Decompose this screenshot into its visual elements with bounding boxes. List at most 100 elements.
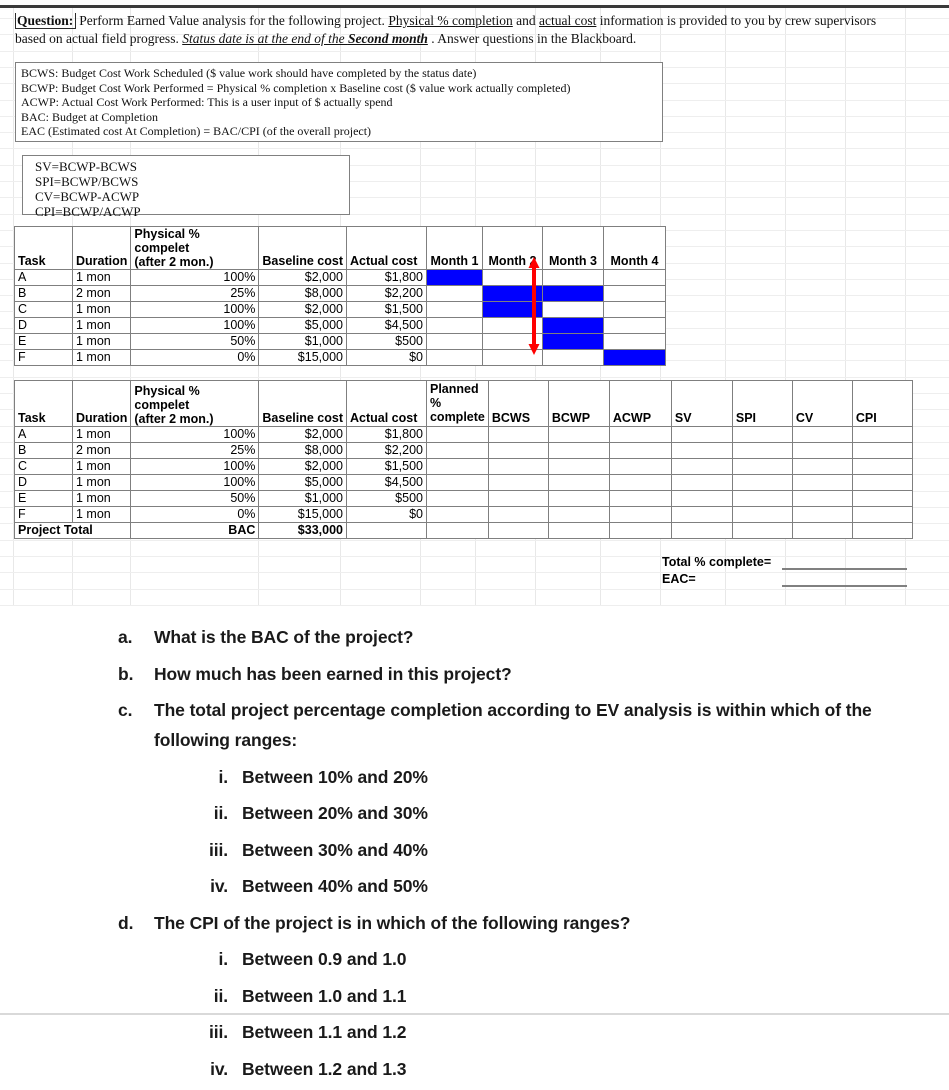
question-item-text: The CPI of the project is in which of th… [154,912,631,933]
ev-input-planned-pct[interactable] [425,506,489,523]
ev-input-sv[interactable] [670,490,733,507]
ev-input-cv[interactable] [791,426,853,443]
question-label: Question: [15,13,77,29]
ev-input-spi[interactable] [731,474,793,491]
question-second-month-emphasis: Second month [347,31,428,46]
ev-input-planned-pct[interactable] [425,474,489,491]
ev-input-bcws[interactable] [487,474,549,491]
question-underline-physical-pct: Physical % completion [388,13,513,28]
ev-input-bcwp[interactable] [547,490,610,507]
gantt-cell-actual-cost: $1,500 [345,301,427,318]
question-item: a. What is the BAC of the project? [118,622,949,652]
eac-label: EAC= [662,572,696,586]
gantt-cell-actual-cost: $0 [345,349,427,366]
definition-line: EAC (Estimated cost At Completion) = BAC… [21,124,372,139]
ev-cell-physical-pct: 100% [130,474,260,491]
ev-input-cpi[interactable] [851,458,913,475]
ev-input-bcws[interactable] [487,442,549,459]
ev-header-spi: SPI [731,380,793,427]
ev-input-bcwp[interactable] [547,474,610,491]
ev-input-cv[interactable] [791,506,853,523]
gantt-cell-duration: 2 mon [71,285,132,302]
gantt-bar-month-3 [541,333,604,350]
gantt-header-month-4: Month 4 [602,226,666,270]
ev-input-planned-pct[interactable] [425,522,489,539]
gantt-empty-month-2 [481,333,543,350]
gantt-empty-month-4 [602,301,666,318]
ev-input-acwp[interactable] [608,490,672,507]
gantt-empty-month-1 [425,333,483,350]
ev-input-spi[interactable] [731,506,793,523]
ev-input-cv[interactable] [791,442,853,459]
ev-input-cpi[interactable] [851,426,913,443]
ev-input-cv[interactable] [791,490,853,507]
ev-input-planned-pct[interactable] [425,458,489,475]
ev-input-bcws[interactable] [487,522,549,539]
ev-header-cv: CV [791,380,853,427]
ev-input-cpi[interactable] [851,506,913,523]
ev-input-spi[interactable] [731,442,793,459]
ev-input-acwp[interactable] [608,458,672,475]
ev-header-actual-cost: Actual cost [345,380,427,427]
ev-input-sv[interactable] [670,474,733,491]
total-pct-complete-input[interactable] [782,552,907,570]
ev-input-sv[interactable] [670,426,733,443]
ev-input-cv[interactable] [791,522,853,539]
gantt-cell-physical-pct: 100% [130,301,260,318]
ev-input-spi[interactable] [731,426,793,443]
ev-input-acwp[interactable] [608,506,672,523]
definition-line: ACWP: Actual Cost Work Performed: This i… [21,95,393,110]
ev-input-sv[interactable] [670,506,733,523]
question-paragraph: Question: Perform Earned Value analysis f… [15,12,920,48]
ev-input-bcwp[interactable] [547,442,610,459]
ev-cell-actual-cost: $1,800 [345,426,427,443]
ev-input-spi[interactable] [731,458,793,475]
ev-input-planned-pct[interactable] [425,426,489,443]
ev-input-bcws[interactable] [487,490,549,507]
ev-input-bcws[interactable] [487,506,549,523]
gantt-cell-task: D [14,317,73,334]
ev-cell-physical-pct: 50% [130,490,260,507]
ev-input-planned-pct[interactable] [425,442,489,459]
gantt-header-month-3: Month 3 [541,226,604,270]
eac-input[interactable] [782,569,907,587]
ev-cell-baseline-cost: $33,000 [258,522,347,539]
ev-input-bcwp[interactable] [547,458,610,475]
ev-input-sv[interactable] [670,522,733,539]
table-total-row: Project Total BAC $33,000 [13,522,913,539]
ev-input-sv[interactable] [670,458,733,475]
ev-input-bcwp[interactable] [547,426,610,443]
ev-input-acwp[interactable] [608,426,672,443]
table-row: C1 mon 100% $2,000 $1,500 [14,458,913,475]
ev-input-cv[interactable] [791,474,853,491]
question-item: iii. Between 1.1 and 1.2 [186,1017,949,1047]
ev-input-cpi[interactable] [851,474,913,491]
table-row: D1 mon 100% $5,000 $4,500 [14,317,666,334]
formulas-box: SV=BCWP-BCWS SPI=BCWP/BCWS CV=BCWP-ACWP … [22,155,350,219]
ev-cell-actual-cost [345,522,427,539]
ev-input-cv[interactable] [791,458,853,475]
ev-input-cpi[interactable] [851,442,913,459]
ev-input-acwp[interactable] [608,474,672,491]
ev-input-bcws[interactable] [487,458,549,475]
gantt-empty-month-4 [602,333,666,350]
gantt-empty-month-4 [602,317,666,334]
ev-input-bcwp[interactable] [547,522,610,539]
ev-input-acwp[interactable] [608,442,672,459]
ev-input-sv[interactable] [670,442,733,459]
ev-cell-actual-cost: $500 [345,490,427,507]
ev-input-bcws[interactable] [487,426,549,443]
ev-cell-physical-pct: 25% [130,442,260,459]
gantt-empty-month-2 [481,317,543,334]
definitions-box: BCWS: Budget Cost Work Scheduled ($ valu… [15,62,663,142]
table-row: B2 mon 25% $8,000 $2,200 [14,442,913,459]
ev-input-acwp[interactable] [608,522,672,539]
eac-row: EAC= [662,570,912,587]
ev-input-cpi[interactable] [851,490,913,507]
ev-input-bcwp[interactable] [547,506,610,523]
ev-header-row: Task Duration Physical % compelet (after … [14,380,913,427]
ev-input-cpi[interactable] [851,522,913,539]
ev-input-spi[interactable] [731,490,793,507]
ev-input-spi[interactable] [731,522,793,539]
ev-input-planned-pct[interactable] [425,490,489,507]
